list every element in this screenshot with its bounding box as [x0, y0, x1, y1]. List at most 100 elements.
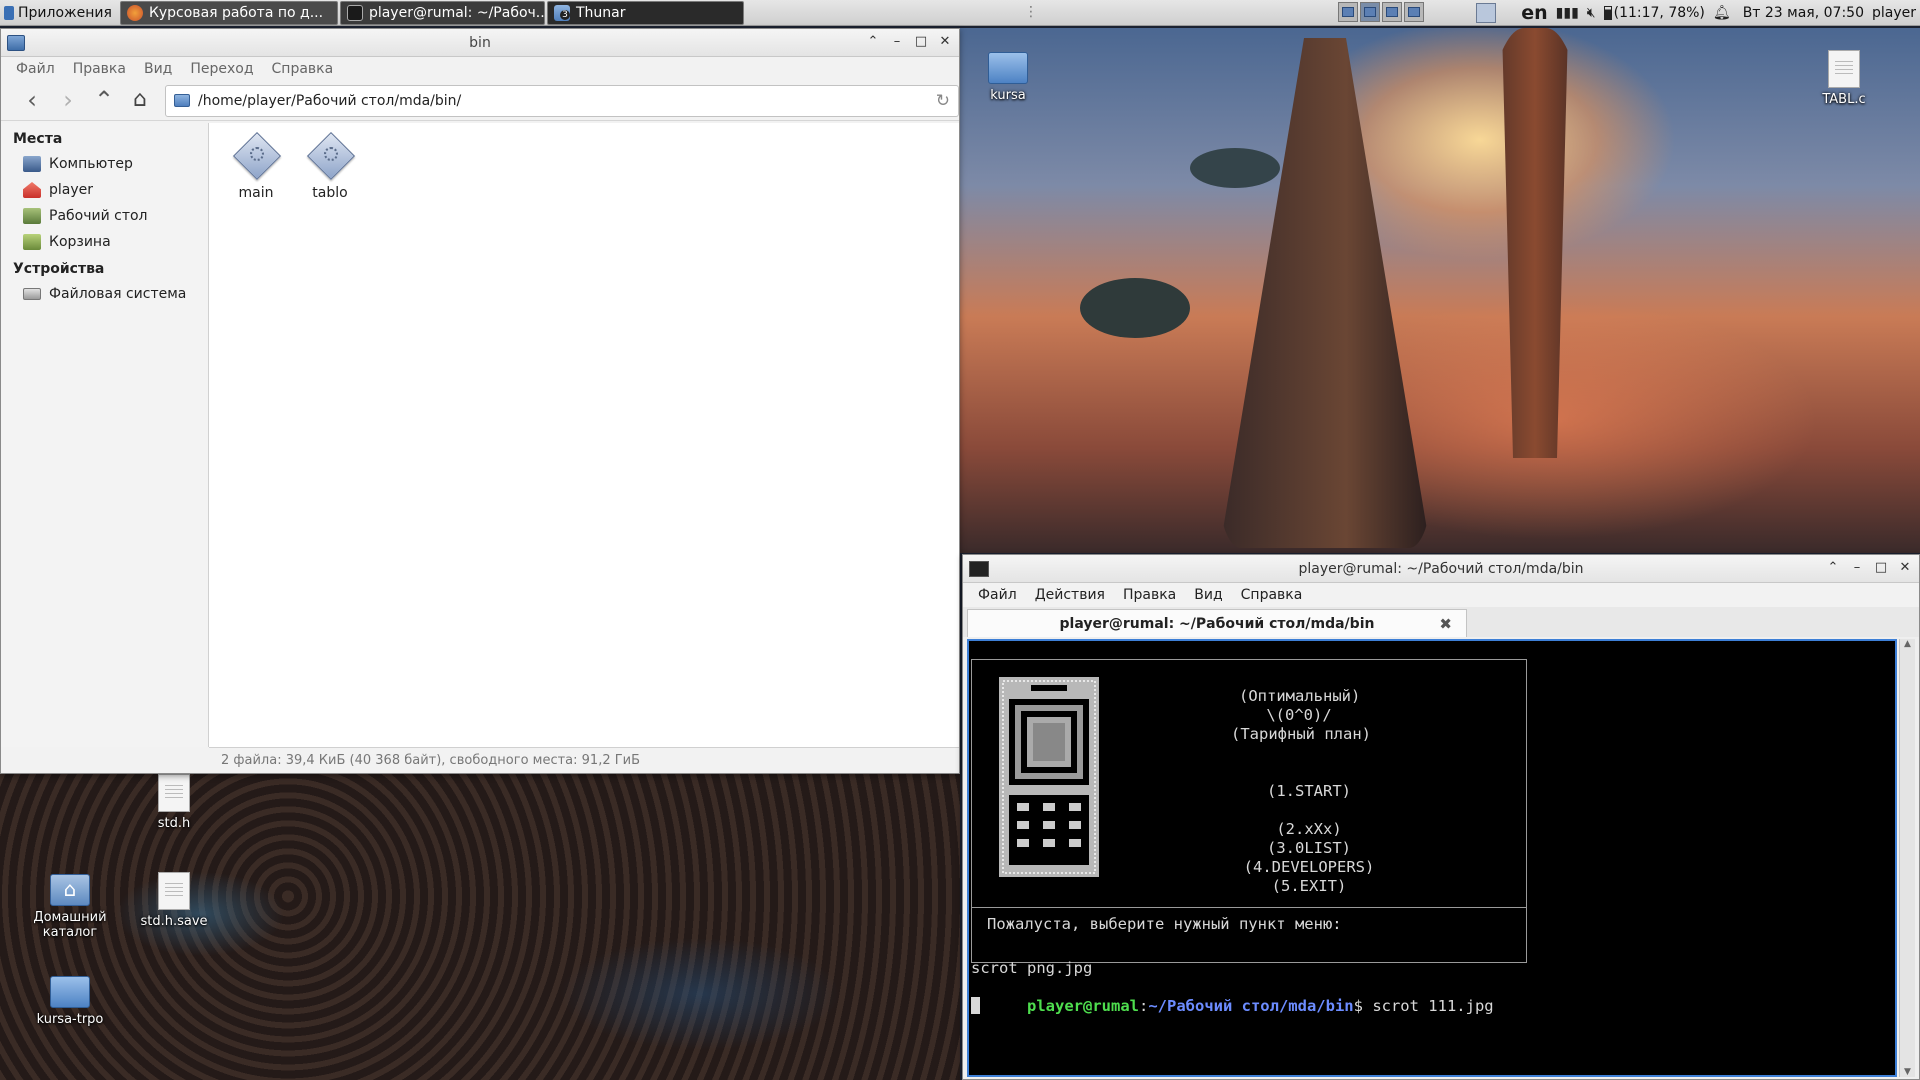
computer-icon	[23, 156, 41, 172]
desktop-icon-tabl-c[interactable]: TABL.c	[1794, 50, 1894, 107]
menu-file[interactable]: Файл	[969, 587, 1026, 603]
sidebar-item-computer[interactable]: Компьютер	[1, 151, 208, 177]
folder-icon	[7, 34, 25, 51]
menu-view[interactable]: Вид	[135, 61, 181, 77]
volume-muted-icon[interactable]: 🔇︎	[1587, 5, 1596, 21]
thunar-titlebar[interactable]: bin ⌃ – □ ✕	[1, 29, 959, 57]
desktop-icon	[23, 208, 41, 224]
reload-icon[interactable]: ↻	[936, 91, 950, 111]
menu-view[interactable]: Вид	[1185, 587, 1231, 603]
desktop-icon-label: TABL.c	[1822, 92, 1866, 107]
shade-button[interactable]: ⌃	[865, 33, 881, 51]
desktop-icon-kursa-trpo[interactable]: kursa-trpo	[20, 976, 120, 1027]
desktop-icon-home[interactable]: Домашний каталог	[20, 874, 120, 940]
prompt-user: player@rumal	[1027, 997, 1139, 1015]
menu-actions[interactable]: Действия	[1026, 587, 1114, 603]
terminal-tab[interactable]: player@rumal: ~/Рабочий стол/mda/bin ✖	[967, 609, 1467, 637]
desktop-icon-label: std.h	[157, 816, 191, 831]
firefox-icon	[126, 4, 143, 21]
sidebar-header-places: Места	[13, 131, 63, 147]
scroll-down-icon[interactable]: ▼	[1900, 1067, 1915, 1077]
sidebar-item-label: Файловая система	[49, 286, 187, 302]
battery-indicator[interactable]: (11:17, 78%)	[1603, 5, 1705, 21]
window-title: bin	[469, 34, 491, 51]
network-signal-icon[interactable]: ▮▮▮	[1556, 5, 1579, 21]
taskbar-item-thunar[interactable]: 3 Thunar	[546, 0, 744, 25]
file-view[interactable]: main tablo	[209, 123, 959, 747]
executable-icon	[306, 131, 356, 181]
file-name: tablo	[312, 185, 348, 201]
folder-icon	[174, 94, 190, 107]
scroll-up-icon[interactable]: ▲	[1900, 639, 1915, 649]
desktop-wallpaper-top	[960, 28, 1920, 553]
menu-edit[interactable]: Правка	[1114, 587, 1185, 603]
battery-icon	[1603, 6, 1612, 20]
menu-go[interactable]: Переход	[181, 61, 262, 77]
notification-bell-icon[interactable]: 🔔︎	[1713, 5, 1731, 21]
menu-option-exit: (5.EXIT)	[1271, 877, 1347, 895]
sidebar-item-desktop[interactable]: Рабочий стол	[1, 203, 208, 229]
maximize-button[interactable]: □	[913, 33, 929, 51]
menu-help[interactable]: Справка	[263, 61, 343, 77]
clock[interactable]: Вт 23 мая, 07:50	[1743, 5, 1864, 21]
shell-prompt-line: player@rumal:~/Рабочий стол/mda/bin$ scr…	[971, 978, 1494, 1035]
taskbar-item-label: Thunar	[575, 4, 626, 21]
file-item-main[interactable]: main	[221, 131, 291, 201]
sidebar: Места Компьютер player Рабочий стол Корз…	[1, 123, 209, 747]
close-button[interactable]: ✕	[1897, 559, 1913, 577]
taskbar-item-terminal[interactable]: player@rumal: ~/Рабоч...	[339, 0, 545, 25]
tab-close-icon[interactable]: ✖	[1439, 615, 1452, 633]
shade-button[interactable]: ⌃	[1825, 559, 1841, 577]
system-tray: en ▮▮▮ 🔇︎ (11:17, 78%) 🔔︎ Вт 23 мая, 07:…	[1521, 0, 1920, 26]
prompt-path: ~/Рабочий стол/mda/bin	[1148, 997, 1354, 1015]
user-menu[interactable]: player	[1872, 5, 1916, 21]
menu-option-list: (3.0LIST)	[1267, 839, 1351, 857]
back-button[interactable]: ‹	[15, 85, 49, 117]
workspace-2[interactable]	[1360, 2, 1380, 22]
prompt-dollar: $	[1353, 997, 1363, 1015]
panel-separator-handle[interactable]: ⋮	[1024, 4, 1038, 20]
keyboard-layout-indicator[interactable]: en	[1521, 2, 1547, 24]
menu-edit[interactable]: Правка	[64, 61, 135, 77]
prompt-separator: :	[1138, 997, 1149, 1015]
thunar-window: bin ⌃ – □ ✕ Файл Правка Вид Переход Спра…	[0, 28, 960, 774]
terminal-titlebar[interactable]: player@rumal: ~/Рабочий стол/mda/bin ⌃ –…	[963, 555, 1919, 583]
desktop-icon-kursa[interactable]: kursa	[958, 52, 1058, 103]
minimize-button[interactable]: –	[889, 33, 905, 51]
menu-option-xxx: (2.xXx)	[1276, 820, 1342, 838]
location-bar[interactable]: /home/player/Рабочий стол/mda/bin/ ↻	[165, 84, 959, 117]
menu-file[interactable]: Файл	[7, 61, 64, 77]
terminal-window: player@rumal: ~/Рабочий стол/mda/bin ⌃ –…	[962, 554, 1920, 1080]
menu-option-start: (1.START)	[1267, 782, 1351, 800]
forward-button[interactable]: ›	[51, 85, 85, 117]
taskbar-item-browser[interactable]: Курсовая работа по д...	[119, 0, 338, 25]
folder-icon: 3	[553, 4, 570, 21]
app-menu-line: (Оптимальный)	[1239, 687, 1361, 705]
terminal-scrollbar[interactable]: ▲ ▼	[1899, 639, 1915, 1077]
desktop-icon-std-h[interactable]: std.h	[124, 774, 224, 831]
menu-help[interactable]: Справка	[1232, 587, 1312, 603]
minimize-button[interactable]: –	[1849, 559, 1865, 577]
up-button[interactable]: ⌃	[87, 85, 121, 117]
applications-menu-label: Приложения	[18, 4, 112, 21]
terminal-output[interactable]: (Оптимальный) \(0^0)/ (Тарифный план) (1…	[967, 639, 1897, 1077]
file-item-tablo[interactable]: tablo	[295, 131, 365, 201]
folder-icon	[50, 976, 90, 1008]
workspace-switcher[interactable]	[1338, 2, 1424, 22]
home-button[interactable]: ⌂	[123, 85, 157, 117]
maximize-button[interactable]: □	[1873, 559, 1889, 577]
desktop-icon-std-h-save[interactable]: std.h.save	[124, 872, 224, 929]
wallpaper-platform	[1080, 278, 1190, 338]
workspace-3[interactable]	[1382, 2, 1402, 22]
sidebar-item-filesystem[interactable]: Файловая система	[1, 281, 208, 307]
document-icon	[158, 774, 190, 812]
workspace-1[interactable]	[1338, 2, 1358, 22]
sidebar-item-trash[interactable]: Корзина	[1, 229, 208, 255]
close-button[interactable]: ✕	[937, 33, 953, 51]
sidebar-item-player[interactable]: player	[1, 177, 208, 203]
show-desktop-button[interactable]	[1476, 3, 1496, 23]
document-icon	[1828, 50, 1860, 88]
applications-menu[interactable]: Приложения	[0, 0, 118, 26]
battery-status: (11:17, 78%)	[1613, 5, 1705, 21]
workspace-4[interactable]	[1404, 2, 1424, 22]
